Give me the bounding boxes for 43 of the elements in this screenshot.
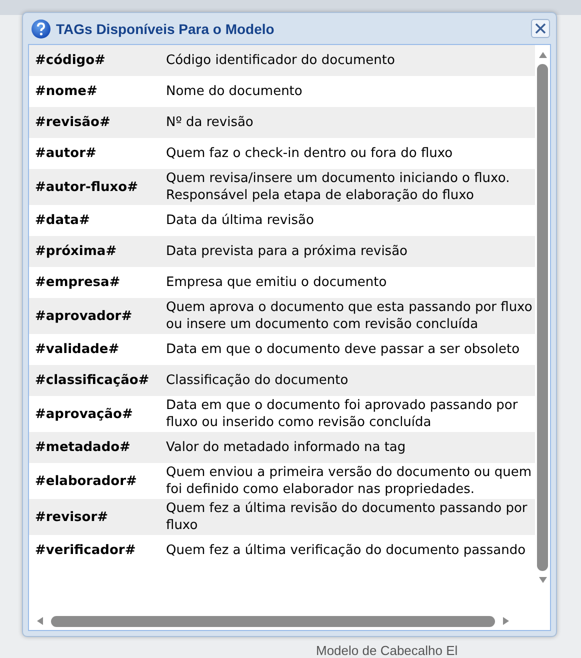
tag-name: #autor-fluxo# — [35, 180, 139, 194]
tag-description: Nome do documento — [166, 83, 304, 100]
help-icon — [31, 18, 51, 38]
tag-description: Valor do metadado informado na tag — [166, 439, 407, 456]
scroll-right-icon[interactable] — [501, 616, 511, 626]
tag-description: Código identificador do documento — [166, 52, 396, 69]
tag-description: Data prevista para a próxima revisão — [166, 243, 409, 260]
tag-description: Quem fez a última verificação do documento passando — [166, 542, 527, 559]
scroll-up-icon[interactable] — [538, 50, 548, 60]
scroll-down-icon[interactable] — [538, 575, 548, 585]
tag-name: #validade# — [35, 342, 120, 357]
tag-name: #aprovação# — [35, 406, 134, 422]
dialog-title: TAGs Disponíveis Para o Modelo — [56, 20, 276, 36]
tag-description: Empresa que emitiu o documento — [166, 274, 388, 291]
tag-name: #código# — [35, 53, 106, 68]
tag-name: #data# — [35, 213, 91, 228]
tag-name: #elaborador# — [35, 474, 138, 488]
tag-description: Data em que o documento foi aprovado passando por fluxo ou inserido como revisão concluída — [166, 397, 519, 431]
scrollbar-thumb[interactable] — [51, 616, 495, 626]
background-label: Modelo de Cabecalho El — [316, 643, 459, 658]
tag-description: Data em que o documento deve passar a ser obsoleto — [166, 341, 521, 358]
tag-description: Nº da revisão — [166, 114, 254, 131]
close-button[interactable] — [531, 19, 550, 38]
scroll-left-icon[interactable] — [35, 616, 45, 626]
tag-name: #empresa# — [35, 275, 122, 290]
tag-description: Quem enviou a primeira versão do documento ou quem foi definido como elaborador nas propriedades. — [166, 464, 533, 498]
tag-name: #classificação# — [35, 373, 150, 388]
tag-name: #nome# — [35, 84, 98, 99]
tag-description: Quem aprova o documento que esta passando por fluxo ou insere um documento com revisão concluída — [166, 299, 534, 333]
tag-name: #próxima# — [35, 244, 118, 259]
tag-description: Quem faz o check-in dentro ou fora do fluxo — [166, 145, 454, 162]
tag-name: #metadado# — [35, 440, 132, 455]
tag-description: Quem revisa/insere um documento iniciando o fluxo. Responsável pela etapa de elaboração do fluxo — [166, 170, 511, 204]
close-icon — [535, 23, 546, 34]
tag-name: #verificador# — [35, 543, 137, 558]
tag-description: Quem fez a última revisão do documento passando por fluxo — [166, 500, 528, 534]
tag-name: #autor# — [35, 146, 98, 161]
tag-description: Classificação do documento — [166, 372, 350, 389]
tag-name: #revisão# — [35, 115, 112, 130]
tag-name: #revisor# — [35, 510, 110, 524]
tag-description: Data da última revisão — [166, 212, 315, 229]
tag-name: #aprovador# — [35, 308, 134, 324]
scrollbar-thumb[interactable] — [537, 64, 548, 571]
